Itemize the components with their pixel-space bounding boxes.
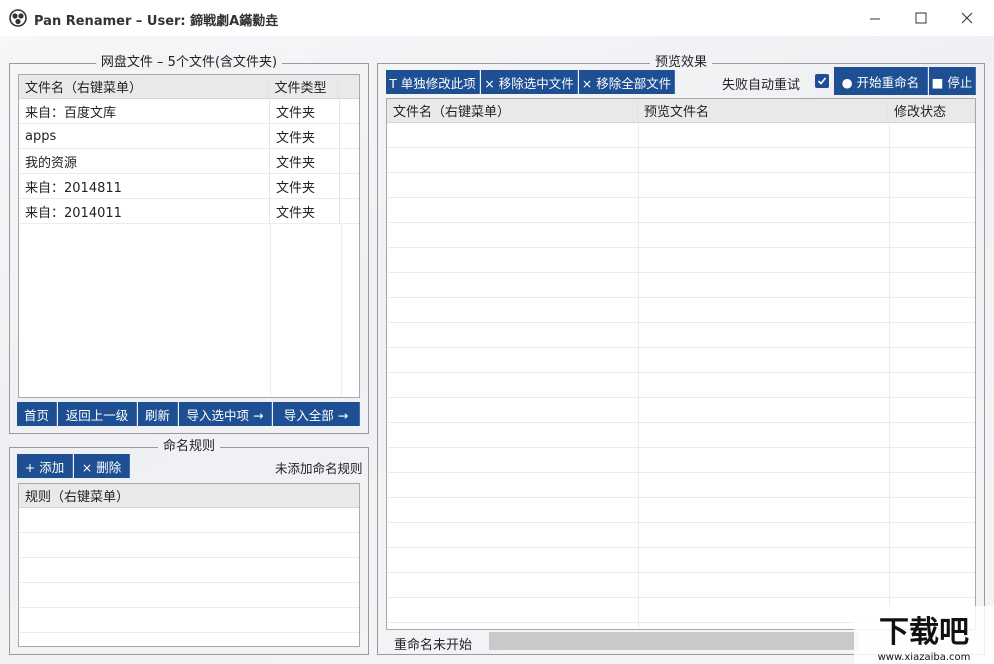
file-name-cell: 来自：百度文库 bbox=[19, 99, 270, 123]
table-row[interactable]: 来自：2014811 文件夹 bbox=[19, 174, 359, 199]
watermark-logo-icon: 下载吧 www.xiazaiba.com bbox=[854, 606, 994, 664]
table-row[interactable]: 我的资源 文件夹 bbox=[19, 149, 359, 174]
start-rename-button[interactable]: ● 开始重命名 bbox=[834, 67, 928, 95]
import-all-button[interactable]: 导入全部 → bbox=[273, 402, 360, 426]
table-row[interactable]: 来自：百度文库 文件夹 bbox=[19, 99, 359, 124]
rename-progress-bar bbox=[489, 632, 859, 650]
file-name-cell: 来自：2014811 bbox=[19, 174, 270, 198]
maximize-button[interactable] bbox=[898, 0, 944, 36]
remove-all-button[interactable]: × 移除全部文件 bbox=[579, 70, 675, 94]
file-name-cell: 来自：2014011 bbox=[19, 199, 270, 223]
rules-status: 未添加命名规则 bbox=[275, 461, 363, 476]
files-group-legend: 网盘文件 – 5个文件(含文件夹) bbox=[95, 55, 283, 70]
auto-retry-checkbox[interactable] bbox=[815, 74, 829, 88]
rules-table[interactable]: 规则（右键菜单） bbox=[18, 483, 360, 647]
delete-rule-button[interactable]: × 删除 bbox=[74, 454, 130, 478]
file-type-cell: 文件夹 bbox=[270, 174, 340, 198]
go-up-button[interactable]: 返回上一级 bbox=[58, 402, 137, 426]
client-area: 网盘文件 – 5个文件(含文件夹) 文件名（右键菜单） 文件类型 来自：百度文库… bbox=[0, 36, 994, 664]
minimize-icon bbox=[870, 18, 880, 20]
close-icon bbox=[961, 12, 973, 24]
rename-status-text: 重命名未开始 bbox=[394, 638, 473, 653]
file-name-cell: 我的资源 bbox=[19, 149, 270, 173]
import-selected-button[interactable]: 导入选中项 → bbox=[179, 402, 272, 426]
checkmark-icon bbox=[817, 77, 827, 85]
file-type-cell: 文件夹 bbox=[270, 199, 340, 223]
column-header-filename[interactable]: 文件名（右键菜单） bbox=[19, 75, 269, 98]
site-watermark: 下载吧 www.xiazaiba.com bbox=[854, 606, 994, 664]
window-title: Pan Renamer – User: 鍗戦劇A鏋勬垚 bbox=[34, 14, 279, 29]
add-rule-button[interactable]: + 添加 bbox=[17, 454, 73, 478]
minimize-button[interactable] bbox=[852, 0, 898, 36]
column-header-preview-name[interactable]: 预览文件名 bbox=[638, 99, 888, 122]
maximize-icon bbox=[915, 12, 927, 24]
auto-retry-label: 失败自动重试 bbox=[722, 78, 801, 93]
rules-table-header: 规则（右键菜单） bbox=[19, 484, 359, 508]
preview-table[interactable]: 文件名（右键菜单） 预览文件名 修改状态 bbox=[386, 98, 976, 630]
edit-single-button[interactable]: T 单独修改此项 bbox=[386, 70, 480, 94]
file-type-cell: 文件夹 bbox=[270, 124, 340, 148]
column-header-filetype[interactable]: 文件类型 bbox=[268, 75, 339, 98]
stop-button[interactable]: ■ 停止 bbox=[929, 67, 976, 95]
preview-group-legend: 预览效果 bbox=[649, 55, 712, 70]
file-type-cell: 文件夹 bbox=[270, 149, 340, 173]
close-button[interactable] bbox=[944, 0, 990, 36]
column-header-filename[interactable]: 文件名（右键菜单） bbox=[387, 99, 638, 122]
column-header-rule[interactable]: 规则（右键菜单） bbox=[19, 484, 359, 507]
home-button[interactable]: 首页 bbox=[17, 402, 57, 426]
column-header-status[interactable]: 修改状态 bbox=[888, 99, 975, 122]
title-bar: Pan Renamer – User: 鍗戦劇A鏋勬垚 bbox=[0, 0, 994, 36]
files-table[interactable]: 文件名（右键菜单） 文件类型 来自：百度文库 文件夹 apps 文件夹 我的资源… bbox=[18, 74, 360, 398]
watermark-url: www.xiazaiba.com bbox=[878, 652, 971, 663]
table-row[interactable]: 来自：2014011 文件夹 bbox=[19, 199, 359, 224]
file-name-cell: apps bbox=[19, 124, 270, 148]
remove-selected-button[interactable]: × 移除选中文件 bbox=[481, 70, 578, 94]
files-table-header: 文件名（右键菜单） 文件类型 bbox=[19, 75, 359, 99]
table-row[interactable]: apps 文件夹 bbox=[19, 124, 359, 149]
rules-group-legend: 命名规则 bbox=[157, 439, 220, 454]
file-type-cell: 文件夹 bbox=[270, 99, 340, 123]
watermark-text: 下载吧 bbox=[879, 615, 969, 650]
refresh-button[interactable]: 刷新 bbox=[138, 402, 178, 426]
preview-table-header: 文件名（右键菜单） 预览文件名 修改状态 bbox=[387, 99, 975, 123]
app-logo-icon bbox=[9, 9, 27, 27]
